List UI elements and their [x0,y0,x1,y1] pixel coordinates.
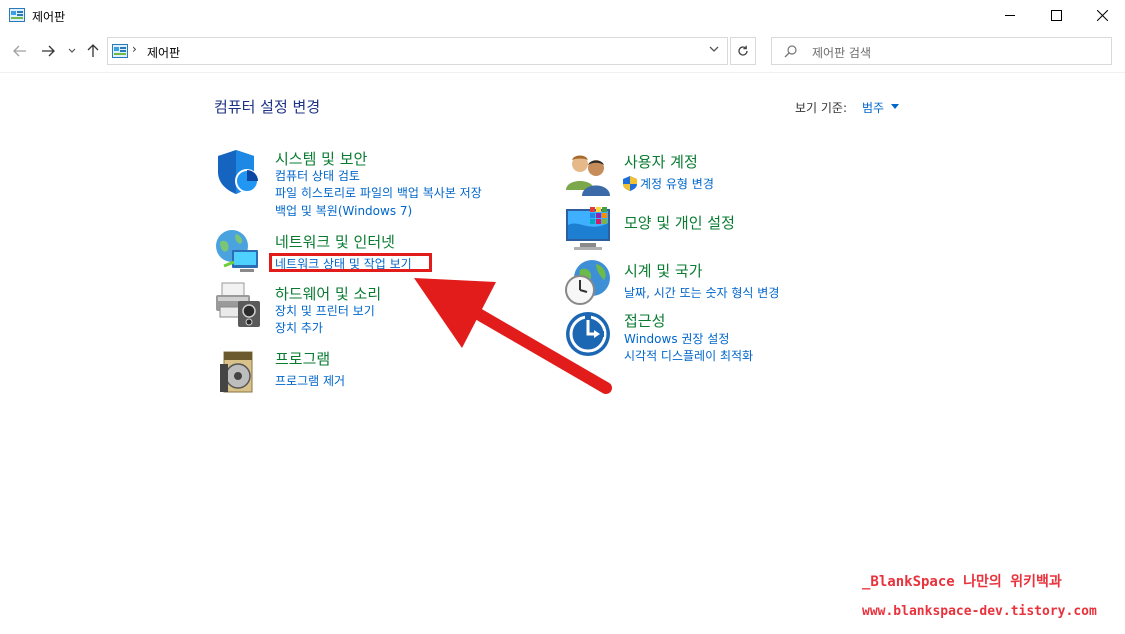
arrow-up-icon [87,44,99,57]
chevron-down-icon [68,48,76,53]
category-title[interactable]: 사용자 계정 [624,151,698,172]
caret-down-icon[interactable] [891,104,899,109]
up-button[interactable] [83,40,103,62]
link-review-status[interactable]: 컴퓨터 상태 검토 [275,167,360,184]
maximize-button[interactable] [1033,0,1079,30]
minimize-icon [1004,14,1015,16]
refresh-button[interactable] [730,37,756,65]
shield-icon [218,150,259,194]
link-change-account-type[interactable]: 계정 유형 변경 [640,175,714,192]
page-title: 컴퓨터 설정 변경 [214,98,321,116]
category-title[interactable]: 하드웨어 및 소리 [275,283,381,304]
link-add-device[interactable]: 장치 추가 [275,319,323,336]
category-title[interactable]: 프로그램 [275,348,330,369]
close-icon [1096,9,1108,21]
link-backup-restore[interactable]: 백업 및 복원(Windows 7) [275,202,412,219]
annotation-highlight-box [269,253,432,272]
chevron-down-icon[interactable] [709,46,719,53]
arrow-left-icon [13,45,26,57]
link-uninstall-program[interactable]: 프로그램 제거 [275,372,345,389]
breadcrumb-separator: › [132,42,137,56]
maximize-icon [1050,9,1062,21]
breadcrumb-control-panel[interactable]: 제어판 [147,44,180,61]
link-optimize-display[interactable]: 시각적 디스플레이 최적화 [624,347,753,364]
annotation-arrow-icon [414,278,612,394]
divider [0,72,1125,73]
address-bar[interactable]: › 제어판 [107,37,728,65]
users-icon [566,155,610,196]
navigation-bar: › 제어판 제어판 검색 [0,32,1125,72]
search-placeholder: 제어판 검색 [812,46,872,60]
back-button[interactable] [10,40,30,62]
control-panel-icon [9,8,25,22]
link-file-history[interactable]: 파일 히스토리로 파일의 백업 복사본 저장 [275,184,482,201]
uac-shield-icon [623,176,637,191]
title-bar: 제어판 [0,0,1125,32]
watermark-title: _BlankSpace 나만의 위키백과 [862,574,1062,590]
category-title[interactable]: 시스템 및 보안 [275,148,367,169]
category-title[interactable]: 네트워크 및 인터넷 [275,231,395,252]
programs-disc-icon [220,351,253,393]
close-button[interactable] [1079,0,1125,30]
search-icon [784,45,797,58]
view-by-label: 보기 기준: [795,101,848,115]
link-date-time-format[interactable]: 날짜, 시간 또는 숫자 형식 변경 [624,284,779,301]
category-title[interactable]: 시계 및 국가 [624,260,703,281]
recent-locations-button[interactable] [65,40,79,62]
view-by-dropdown[interactable]: 범주 [862,99,884,116]
network-globe-icon [216,230,258,272]
arrow-right-icon [42,45,55,57]
category-title[interactable]: 접근성 [624,310,665,331]
refresh-icon [738,45,748,56]
forward-button[interactable] [38,40,58,62]
monitor-personalize-icon [566,207,610,250]
printer-icon [216,282,260,327]
link-windows-recommended[interactable]: Windows 권장 설정 [624,330,729,347]
category-title[interactable]: 모양 및 개인 설정 [624,212,735,233]
minimize-button[interactable] [987,0,1033,30]
watermark-url: www.blankspace-dev.tistory.com [862,604,1097,619]
control-panel-icon [112,44,128,58]
search-input[interactable]: 제어판 검색 [771,37,1112,65]
link-devices-printers[interactable]: 장치 및 프린터 보기 [275,302,375,319]
window-title: 제어판 [32,10,66,24]
